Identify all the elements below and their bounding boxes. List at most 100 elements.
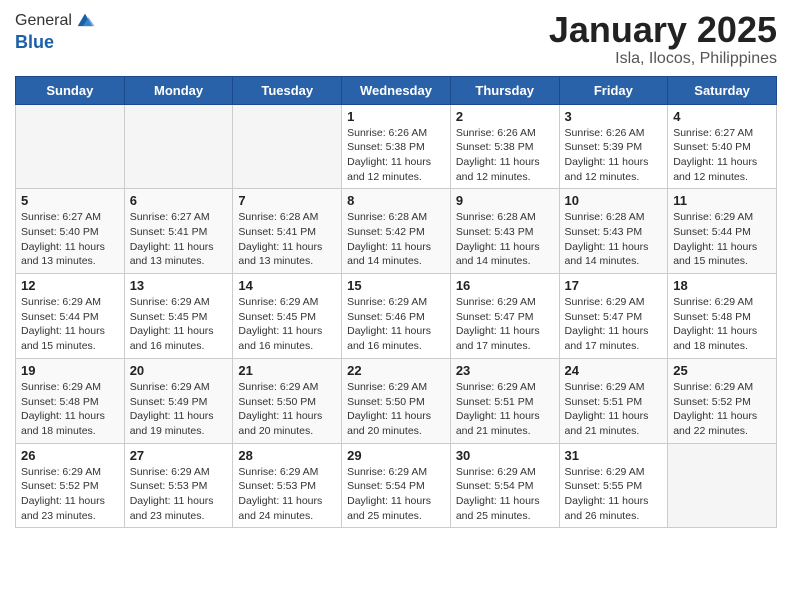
logo: General Blue xyxy=(15,10,96,53)
day-info: Sunrise: 6:29 AMSunset: 5:48 PMDaylight:… xyxy=(21,380,119,439)
calendar-body: 1 Sunrise: 6:26 AMSunset: 5:38 PMDaylight… xyxy=(16,104,777,528)
page-header: General Blue January 2025 Isla, Ilocos, … xyxy=(15,10,777,68)
calendar-cell: 17 Sunrise: 6:29 AMSunset: 5:47 PMDayligh… xyxy=(559,274,668,359)
calendar-cell: 27Sunrise: 6:29 AMSunset: 5:53 PMDayligh… xyxy=(124,443,233,528)
day-number: 3 xyxy=(565,109,663,124)
calendar-table: SundayMondayTuesdayWednesdayThursdayFrid… xyxy=(15,76,777,529)
day-number: 25 xyxy=(673,363,771,378)
day-info: Sunrise: 6:27 AMSunset: 5:40 PMDaylight:… xyxy=(673,126,771,185)
calendar-cell: 21Sunrise: 6:29 AMSunset: 5:50 PMDayligh… xyxy=(233,358,342,443)
day-info: Sunrise: 6:29 AMSunset: 5:52 PMDaylight:… xyxy=(673,380,771,439)
day-info: Sunrise: 6:29 AMSunset: 5:54 PMDaylight:… xyxy=(456,465,554,524)
day-number: 5 xyxy=(21,193,119,208)
calendar-cell: 10 Sunrise: 6:28 AMSunset: 5:43 PMDayligh… xyxy=(559,189,668,274)
day-number: 14 xyxy=(238,278,336,293)
calendar-cell: 6 Sunrise: 6:27 AMSunset: 5:41 PMDaylight… xyxy=(124,189,233,274)
day-number: 19 xyxy=(21,363,119,378)
day-info: Sunrise: 6:29 AMSunset: 5:52 PMDaylight:… xyxy=(21,465,119,524)
calendar-cell: 3 Sunrise: 6:26 AMSunset: 5:39 PMDaylight… xyxy=(559,104,668,189)
day-number: 23 xyxy=(456,363,554,378)
day-number: 21 xyxy=(238,363,336,378)
calendar-cell: 25 Sunrise: 6:29 AMSunset: 5:52 PMDayligh… xyxy=(668,358,777,443)
calendar-cell: 19 Sunrise: 6:29 AMSunset: 5:48 PMDayligh… xyxy=(16,358,125,443)
day-of-week-header: Sunday xyxy=(16,76,125,104)
calendar-header-row: SundayMondayTuesdayWednesdayThursdayFrid… xyxy=(16,76,777,104)
day-info: Sunrise: 6:26 AMSunset: 5:38 PMDaylight:… xyxy=(347,126,445,185)
day-number: 7 xyxy=(238,193,336,208)
calendar-cell: 8Sunrise: 6:28 AMSunset: 5:42 PMDaylight… xyxy=(342,189,451,274)
calendar-cell: 18Sunrise: 6:29 AMSunset: 5:48 PMDayligh… xyxy=(668,274,777,359)
day-info: Sunrise: 6:29 AMSunset: 5:50 PMDaylight:… xyxy=(347,380,445,439)
day-number: 9 xyxy=(456,193,554,208)
calendar-cell: 16Sunrise: 6:29 AMSunset: 5:47 PMDayligh… xyxy=(450,274,559,359)
calendar-cell: 14 Sunrise: 6:29 AMSunset: 5:45 PMDayligh… xyxy=(233,274,342,359)
day-info: Sunrise: 6:27 AMSunset: 5:40 PMDaylight:… xyxy=(21,210,119,269)
day-number: 26 xyxy=(21,448,119,463)
day-number: 31 xyxy=(565,448,663,463)
day-info: Sunrise: 6:28 AMSunset: 5:41 PMDaylight:… xyxy=(238,210,336,269)
day-number: 11 xyxy=(673,193,771,208)
logo-general-text: General xyxy=(15,12,72,30)
calendar-cell: 11 Sunrise: 6:29 AMSunset: 5:44 PMDayligh… xyxy=(668,189,777,274)
day-number: 13 xyxy=(130,278,228,293)
day-info: Sunrise: 6:28 AMSunset: 5:43 PMDaylight:… xyxy=(456,210,554,269)
calendar-subtitle: Isla, Ilocos, Philippines xyxy=(549,50,777,68)
day-of-week-header: Wednesday xyxy=(342,76,451,104)
day-number: 30 xyxy=(456,448,554,463)
day-number: 22 xyxy=(347,363,445,378)
calendar-cell: 23 Sunrise: 6:29 AMSunset: 5:51 PMDayligh… xyxy=(450,358,559,443)
calendar-cell xyxy=(233,104,342,189)
day-of-week-header: Saturday xyxy=(668,76,777,104)
calendar-cell: 5 Sunrise: 6:27 AMSunset: 5:40 PMDaylight… xyxy=(16,189,125,274)
calendar-cell: 9 Sunrise: 6:28 AMSunset: 5:43 PMDaylight… xyxy=(450,189,559,274)
day-number: 2 xyxy=(456,109,554,124)
day-info: Sunrise: 6:26 AMSunset: 5:38 PMDaylight:… xyxy=(456,126,554,185)
day-info: Sunrise: 6:28 AMSunset: 5:43 PMDaylight:… xyxy=(565,210,663,269)
calendar-cell: 4 Sunrise: 6:27 AMSunset: 5:40 PMDaylight… xyxy=(668,104,777,189)
calendar-cell: 24Sunrise: 6:29 AMSunset: 5:51 PMDayligh… xyxy=(559,358,668,443)
calendar-cell: 1 Sunrise: 6:26 AMSunset: 5:38 PMDaylight… xyxy=(342,104,451,189)
day-number: 20 xyxy=(130,363,228,378)
day-number: 1 xyxy=(347,109,445,124)
calendar-cell: 13 Sunrise: 6:29 AMSunset: 5:45 PMDayligh… xyxy=(124,274,233,359)
day-number: 28 xyxy=(238,448,336,463)
day-info: Sunrise: 6:28 AMSunset: 5:42 PMDaylight:… xyxy=(347,210,445,269)
title-block: January 2025 Isla, Ilocos, Philippines xyxy=(549,10,777,68)
day-number: 4 xyxy=(673,109,771,124)
day-info: Sunrise: 6:29 AMSunset: 5:55 PMDaylight:… xyxy=(565,465,663,524)
calendar-cell: 30 Sunrise: 6:29 AMSunset: 5:54 PMDayligh… xyxy=(450,443,559,528)
day-number: 27 xyxy=(130,448,228,463)
day-number: 12 xyxy=(21,278,119,293)
day-number: 10 xyxy=(565,193,663,208)
day-info: Sunrise: 6:29 AMSunset: 5:51 PMDaylight:… xyxy=(456,380,554,439)
calendar-cell: 7 Sunrise: 6:28 AMSunset: 5:41 PMDaylight… xyxy=(233,189,342,274)
day-of-week-header: Monday xyxy=(124,76,233,104)
calendar-cell: 26 Sunrise: 6:29 AMSunset: 5:52 PMDayligh… xyxy=(16,443,125,528)
calendar-title: January 2025 xyxy=(549,10,777,50)
calendar-week-row: 19 Sunrise: 6:29 AMSunset: 5:48 PMDayligh… xyxy=(16,358,777,443)
calendar-week-row: 12 Sunrise: 6:29 AMSunset: 5:44 PMDayligh… xyxy=(16,274,777,359)
day-info: Sunrise: 6:27 AMSunset: 5:41 PMDaylight:… xyxy=(130,210,228,269)
calendar-cell: 29Sunrise: 6:29 AMSunset: 5:54 PMDayligh… xyxy=(342,443,451,528)
calendar-cell xyxy=(668,443,777,528)
calendar-cell: 22 Sunrise: 6:29 AMSunset: 5:50 PMDayligh… xyxy=(342,358,451,443)
day-number: 6 xyxy=(130,193,228,208)
day-of-week-header: Friday xyxy=(559,76,668,104)
logo-icon xyxy=(74,10,96,32)
day-info: Sunrise: 6:29 AMSunset: 5:45 PMDaylight:… xyxy=(130,295,228,354)
day-number: 24 xyxy=(565,363,663,378)
day-info: Sunrise: 6:26 AMSunset: 5:39 PMDaylight:… xyxy=(565,126,663,185)
calendar-week-row: 1 Sunrise: 6:26 AMSunset: 5:38 PMDaylight… xyxy=(16,104,777,189)
day-info: Sunrise: 6:29 AMSunset: 5:44 PMDaylight:… xyxy=(21,295,119,354)
day-info: Sunrise: 6:29 AMSunset: 5:47 PMDaylight:… xyxy=(565,295,663,354)
calendar-cell: 31 Sunrise: 6:29 AMSunset: 5:55 PMDayligh… xyxy=(559,443,668,528)
day-info: Sunrise: 6:29 AMSunset: 5:48 PMDaylight:… xyxy=(673,295,771,354)
day-info: Sunrise: 6:29 AMSunset: 5:46 PMDaylight:… xyxy=(347,295,445,354)
calendar-cell: 12 Sunrise: 6:29 AMSunset: 5:44 PMDayligh… xyxy=(16,274,125,359)
day-number: 17 xyxy=(565,278,663,293)
day-number: 15 xyxy=(347,278,445,293)
day-info: Sunrise: 6:29 AMSunset: 5:45 PMDaylight:… xyxy=(238,295,336,354)
calendar-week-row: 26 Sunrise: 6:29 AMSunset: 5:52 PMDayligh… xyxy=(16,443,777,528)
day-info: Sunrise: 6:29 AMSunset: 5:44 PMDaylight:… xyxy=(673,210,771,269)
day-number: 29 xyxy=(347,448,445,463)
